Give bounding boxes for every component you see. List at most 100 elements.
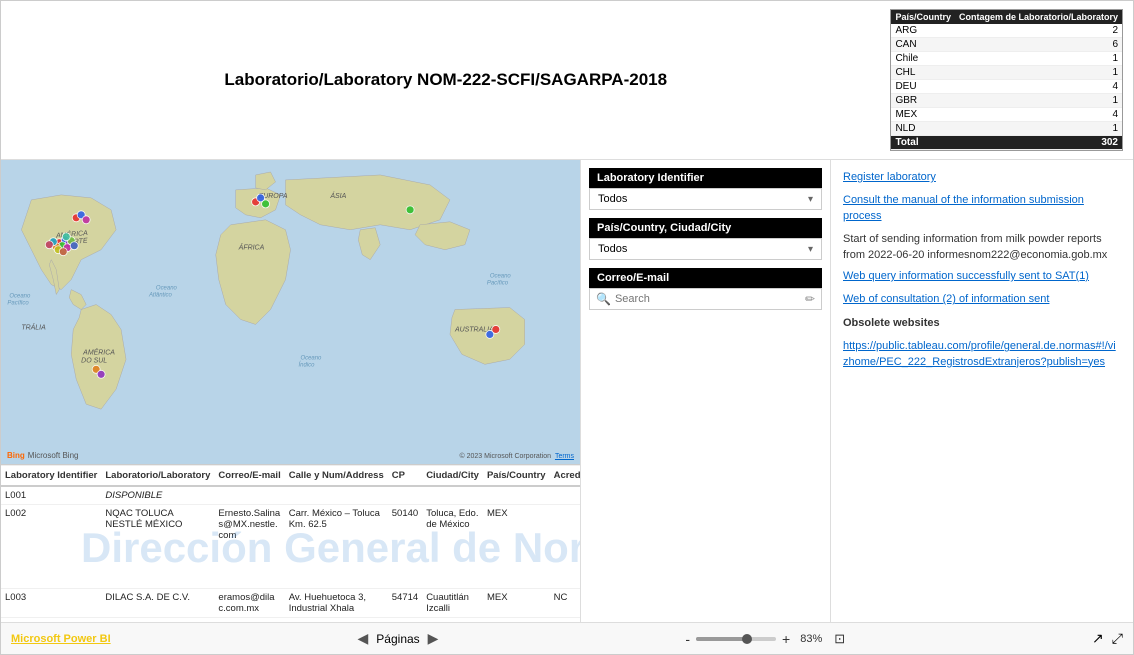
country-table-row: CHL 1 xyxy=(891,66,1122,80)
count-cell: 2 xyxy=(955,24,1122,38)
data-table: Laboratory IdentifierLaboratorio/Laborat… xyxy=(1,465,580,622)
bottom-right-icons: ↗ ⤢ xyxy=(1092,630,1123,647)
svg-text:Oceano: Oceano xyxy=(490,274,512,280)
web-consult-link[interactable]: Web of consultation (2) of information s… xyxy=(843,293,1049,305)
country-value: Todos xyxy=(598,243,627,255)
cp-cell: 54714 xyxy=(388,589,422,618)
accred-file-cell xyxy=(550,618,580,623)
country-cell: Total xyxy=(891,136,955,150)
country-cell: MEX xyxy=(483,618,550,623)
country-table-row: NLD 1 xyxy=(891,122,1122,136)
obsolete-label: Obsolete websites xyxy=(843,316,1121,331)
svg-text:Atlântico: Atlântico xyxy=(148,293,173,299)
search-box[interactable]: 🔍 ✏ xyxy=(589,288,822,310)
table-column-header: CP xyxy=(388,466,422,487)
country-table-row: MEX 4 xyxy=(891,108,1122,122)
consult-manual-link[interactable]: Consult the manual of the information su… xyxy=(843,194,1084,221)
obsolete-link1[interactable]: https://public.tableau.com/profile/gener… xyxy=(843,340,1116,367)
svg-text:Pacífico: Pacífico xyxy=(487,281,509,287)
email-cell xyxy=(214,486,284,505)
address-cell xyxy=(285,486,388,505)
table-row: L001 DISPONIBLE xyxy=(1,486,580,505)
email-filter: Correo/E-mail 🔍 ✏ xyxy=(589,268,822,310)
country-table-row: GBR 1 xyxy=(891,94,1122,108)
country-cell: Chile xyxy=(891,52,955,66)
city-cell: Toluca, Edo. de México xyxy=(422,505,483,589)
lab-identifier-dropdown[interactable]: Todos ▾ xyxy=(589,188,822,210)
zoom-slider[interactable] xyxy=(696,637,776,641)
svg-text:TRÁLIA: TRÁLIA xyxy=(21,322,46,331)
expand-icon[interactable]: ⤢ xyxy=(1112,630,1123,647)
powerbi-link[interactable]: Microsoft Power BI xyxy=(11,633,111,645)
left-panel: AMÉRICA DO NORTE AMÉRICA DO SUL ÁFRICA Á… xyxy=(1,160,581,622)
country-cell: ARG xyxy=(891,24,955,38)
count-cell: 4 xyxy=(955,80,1122,94)
accred-file-cell: NC xyxy=(550,589,580,618)
table-column-header: Laboratorio/Laboratory xyxy=(101,466,214,487)
zoom-minus-button[interactable]: - xyxy=(685,631,690,647)
lab-id-cell: L002 xyxy=(1,505,101,589)
svg-text:Pacífico: Pacífico xyxy=(7,301,29,307)
country-table-row: ARG 2 xyxy=(891,24,1122,38)
table-area[interactable]: Dirección General de Normas Laboratory I… xyxy=(1,465,580,622)
prev-page-button[interactable]: ◀ xyxy=(358,630,369,647)
zoom-value: 83% xyxy=(800,633,822,645)
svg-text:Oceano: Oceano xyxy=(9,294,31,300)
accred-file-cell xyxy=(550,505,580,589)
map-area: AMÉRICA DO NORTE AMÉRICA DO SUL ÁFRICA Á… xyxy=(1,160,580,465)
count-cell: 1 xyxy=(955,122,1122,136)
country-cell: MEX xyxy=(483,505,550,589)
top-bar: Laboratorio/Laboratory NOM-222-SCFI/SAGA… xyxy=(1,1,1133,160)
country-chevron: ▾ xyxy=(808,244,813,255)
lab-name-cell: ESIANLAB SC xyxy=(101,618,214,623)
lab-id-cell: L003 xyxy=(1,589,101,618)
country-cell: MEX xyxy=(891,108,955,122)
search-icon: 🔍 xyxy=(596,292,611,306)
lab-identifier-filter: Laboratory Identifier Todos ▾ xyxy=(589,168,822,210)
country-dropdown[interactable]: Todos ▾ xyxy=(589,238,822,260)
country-filter: País/Country, Ciudad/City Todos ▾ xyxy=(589,218,822,260)
next-page-button[interactable]: ▶ xyxy=(428,630,439,647)
country-cell: CAN xyxy=(891,38,955,52)
address-cell: Av. Huehuetoca 3, Industrial Xhala xyxy=(285,589,388,618)
count-cell: 302 xyxy=(955,136,1122,150)
country-table-row: CAN 6 xyxy=(891,38,1122,52)
table-row: L003 DILAC S.A. DE C.V. eramos@dilac.com… xyxy=(1,589,580,618)
country-cell: GBR xyxy=(891,94,955,108)
bottom-bar: Microsoft Power BI ◀ Páginas ▶ - + 83% ⊡… xyxy=(1,622,1133,654)
country-count-table: País/Country Contagem de Laboratorio/Lab… xyxy=(890,9,1123,151)
bing-logo: Bing Microsoft Bing xyxy=(7,451,78,460)
accred-file-cell xyxy=(550,486,580,505)
share-icon[interactable]: ↗ xyxy=(1092,630,1104,647)
zoom-plus-button[interactable]: + xyxy=(782,631,790,647)
web-query-link[interactable]: Web query information successfully sent … xyxy=(843,270,1089,282)
pen-icon: ✏ xyxy=(805,292,815,306)
cp-cell: 44190 xyxy=(388,618,422,623)
country-filter-label: País/Country, Ciudad/City xyxy=(589,218,822,238)
count-cell: 6 xyxy=(955,38,1122,52)
lab-name-cell: DISPONIBLE xyxy=(101,486,214,505)
svg-text:AMÉRICA: AMÉRICA xyxy=(82,347,115,356)
country-col-header: País/Country xyxy=(891,10,955,24)
svg-text:Oceano: Oceano xyxy=(300,355,322,361)
svg-text:ÁSIA: ÁSIA xyxy=(329,191,346,200)
lab-id-cell: L004 xyxy=(1,618,101,623)
page-title: Laboratorio/Laboratory NOM-222-SCFI/SAGA… xyxy=(11,70,880,90)
terms-link[interactable]: Terms xyxy=(555,453,574,460)
table-column-header: Calle y Num/Address xyxy=(285,466,388,487)
filter-panel: Laboratory Identifier Todos ▾ País/Count… xyxy=(581,160,831,622)
pages-label: Páginas xyxy=(376,632,419,646)
table-row: L002 NQAC TOLUCA NESTLÉ MÉXICO Ernesto.S… xyxy=(1,505,580,589)
country-table-row: Total 302 xyxy=(891,136,1122,150)
search-input[interactable] xyxy=(615,293,801,305)
country-cell: MEX xyxy=(483,589,550,618)
city-cell: Guadalajara xyxy=(422,618,483,623)
content-area: AMÉRICA DO NORTE AMÉRICA DO SUL ÁFRICA Á… xyxy=(1,160,1133,622)
register-lab-link[interactable]: Register laboratory xyxy=(843,171,936,183)
svg-text:Índico: Índico xyxy=(298,361,315,368)
fit-page-icon[interactable]: ⊡ xyxy=(834,631,845,647)
table-row: L004 ESIANLAB SC administracion@esianlab… xyxy=(1,618,580,623)
count-cell: 1 xyxy=(955,52,1122,66)
table-column-header: Correo/E-mail xyxy=(214,466,284,487)
country-table-row: Chile 1 xyxy=(891,52,1122,66)
